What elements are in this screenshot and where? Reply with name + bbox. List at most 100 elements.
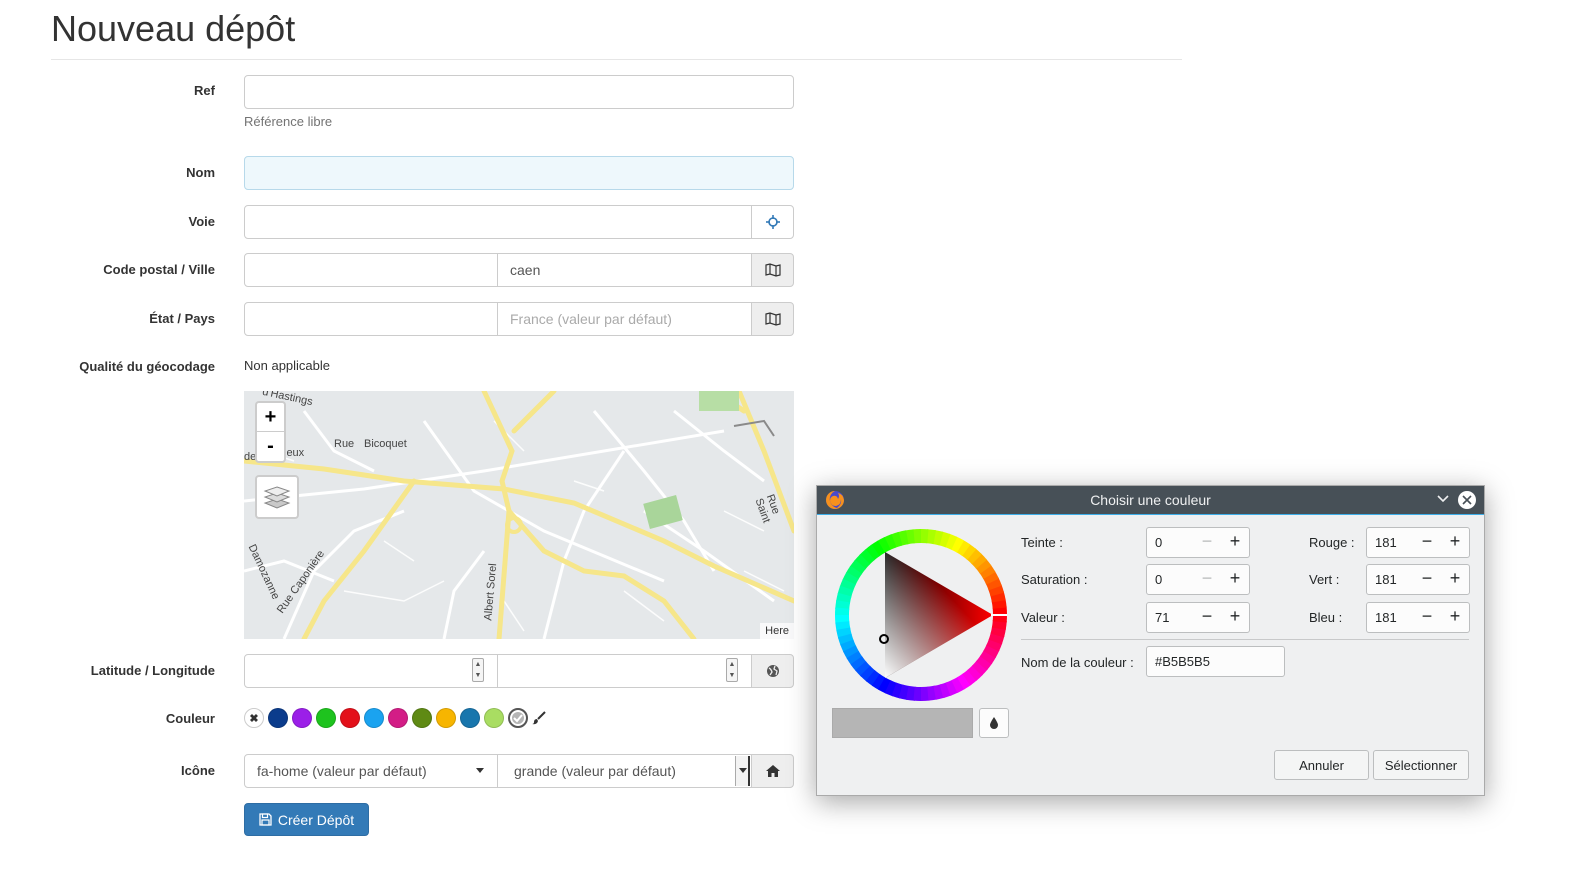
voie-label: Voie xyxy=(188,214,216,229)
teinte-spinbox[interactable]: 0 − + xyxy=(1146,527,1250,558)
select-button[interactable]: Sélectionner xyxy=(1373,750,1469,780)
map-view[interactable]: d'Hastings Rue Bicoquet de jeux Rue Sain… xyxy=(244,391,794,639)
create-depot-button[interactable]: Créer Dépôt xyxy=(244,803,369,836)
saturation-increment[interactable]: + xyxy=(1225,565,1245,594)
teinte-increment[interactable]: + xyxy=(1225,528,1245,557)
pays-input[interactable]: France (valeur par défaut) xyxy=(497,302,752,336)
ville-input[interactable]: caen xyxy=(497,253,752,287)
longitude-input[interactable] xyxy=(497,654,752,688)
valeur-spinbox[interactable]: 71 − + xyxy=(1146,602,1250,633)
zoom-in-button[interactable]: + xyxy=(257,403,284,432)
nom-input[interactable] xyxy=(244,156,794,190)
ville-map-button[interactable] xyxy=(751,253,794,287)
size-select-dropdown[interactable] xyxy=(735,756,750,786)
saturation-decrement[interactable]: − xyxy=(1197,565,1217,594)
map-street-label: Bicoquet xyxy=(364,438,407,450)
vert-spinbox[interactable]: 181 − + xyxy=(1366,564,1470,595)
create-depot-label: Créer Dépôt xyxy=(277,811,355,828)
cancel-button[interactable]: Annuler xyxy=(1274,750,1369,780)
etat-input[interactable] xyxy=(244,302,498,336)
icon-size-select[interactable]: grande (valeur par défaut) xyxy=(497,754,752,788)
voie-input[interactable] xyxy=(244,205,752,239)
color-swatch[interactable] xyxy=(484,708,504,728)
nom-label: Nom xyxy=(186,165,215,180)
color-swatch[interactable] xyxy=(436,708,456,728)
vert-decrement[interactable]: − xyxy=(1417,565,1437,594)
vert-increment[interactable]: + xyxy=(1445,565,1465,594)
close-icon xyxy=(1462,495,1472,505)
no-color-swatch[interactable]: ✖ xyxy=(244,708,264,728)
minimize-icon[interactable] xyxy=(1436,492,1450,506)
bleu-increment[interactable]: + xyxy=(1445,603,1465,632)
zoom-control: + - xyxy=(255,401,286,463)
home-icon xyxy=(765,765,780,777)
title-divider xyxy=(51,59,1182,60)
teinte-value: 0 xyxy=(1155,535,1163,550)
chevron-down-icon xyxy=(739,768,747,773)
eyedropper-icon xyxy=(990,717,998,729)
locate-button[interactable] xyxy=(751,205,794,239)
geocode-button[interactable] xyxy=(751,654,794,688)
globe-icon xyxy=(766,665,779,677)
map-icon xyxy=(764,312,781,326)
color-swatch[interactable] xyxy=(412,708,432,728)
color-name-input[interactable]: #B5B5B5 xyxy=(1146,646,1285,677)
rouge-decrement[interactable]: − xyxy=(1417,528,1437,557)
color-name-label: Nom de la couleur : xyxy=(1021,655,1134,670)
check-icon xyxy=(513,714,523,723)
bleu-decrement[interactable]: − xyxy=(1417,603,1437,632)
paintbrush-icon[interactable] xyxy=(532,711,546,725)
color-swatch[interactable] xyxy=(460,708,480,728)
dialog-separator xyxy=(1021,639,1469,640)
bleu-value: 181 xyxy=(1375,610,1397,625)
color-swatch[interactable] xyxy=(364,708,384,728)
color-swatch[interactable] xyxy=(268,708,288,728)
lat-lng-label: Latitude / Longitude xyxy=(90,663,215,678)
hue-ring[interactable] xyxy=(833,527,1009,703)
icon-select[interactable]: fa-home (valeur par défaut) xyxy=(244,754,498,788)
pays-map-button[interactable] xyxy=(751,302,794,336)
longitude-spinner[interactable]: ▲ ▼ xyxy=(726,658,738,682)
code-postal-input[interactable] xyxy=(244,253,498,287)
color-preview xyxy=(832,708,973,738)
latitude-spinner[interactable]: ▲ ▼ xyxy=(472,658,484,682)
map-street-label: jeux xyxy=(284,447,305,459)
rouge-label: Rouge : xyxy=(1309,535,1355,550)
saturation-value-overlay xyxy=(885,552,993,678)
color-swatch[interactable] xyxy=(316,708,336,728)
color-swatch[interactable] xyxy=(292,708,312,728)
rouge-increment[interactable]: + xyxy=(1445,528,1465,557)
dialog-titlebar[interactable]: Choisir une couleur xyxy=(817,486,1484,514)
teinte-decrement[interactable]: − xyxy=(1197,528,1217,557)
qualite-value: Non applicable xyxy=(244,358,331,373)
rouge-spinbox[interactable]: 181 − + xyxy=(1366,527,1470,558)
valeur-decrement[interactable]: − xyxy=(1197,603,1217,632)
color-swatch[interactable] xyxy=(340,708,360,728)
map-attribution[interactable]: Here xyxy=(760,623,794,639)
map-street-label: Rue xyxy=(334,438,355,450)
layers-button[interactable] xyxy=(255,475,299,519)
close-button[interactable] xyxy=(1458,491,1476,509)
zoom-out-button[interactable]: - xyxy=(257,432,284,461)
qualite-label: Qualité du géocodage xyxy=(79,359,215,374)
valeur-value: 71 xyxy=(1155,610,1170,625)
icon-preview xyxy=(751,754,794,788)
eyedropper-button[interactable] xyxy=(979,708,1009,738)
crosshairs-icon xyxy=(765,215,780,229)
saturation-label: Saturation : xyxy=(1021,572,1088,587)
ref-input[interactable] xyxy=(244,75,794,109)
page-title: Nouveau dépôt xyxy=(51,8,296,49)
dialog-title: Choisir une couleur xyxy=(1090,492,1211,508)
latitude-input[interactable] xyxy=(244,654,498,688)
code-postal-ville-label: Code postal / Ville xyxy=(103,262,215,277)
valeur-increment[interactable]: + xyxy=(1225,603,1245,632)
bleu-spinbox[interactable]: 181 − + xyxy=(1366,602,1470,633)
saturation-spinbox[interactable]: 0 − + xyxy=(1146,564,1250,595)
saturation-value: 0 xyxy=(1155,572,1163,587)
teinte-label: Teinte : xyxy=(1021,535,1063,550)
close-icon: ✖ xyxy=(249,712,259,725)
titlebar-accent xyxy=(817,514,1484,515)
color-swatch[interactable] xyxy=(388,708,408,728)
chevron-down-icon xyxy=(476,768,484,773)
selected-color-swatch[interactable] xyxy=(508,708,528,728)
